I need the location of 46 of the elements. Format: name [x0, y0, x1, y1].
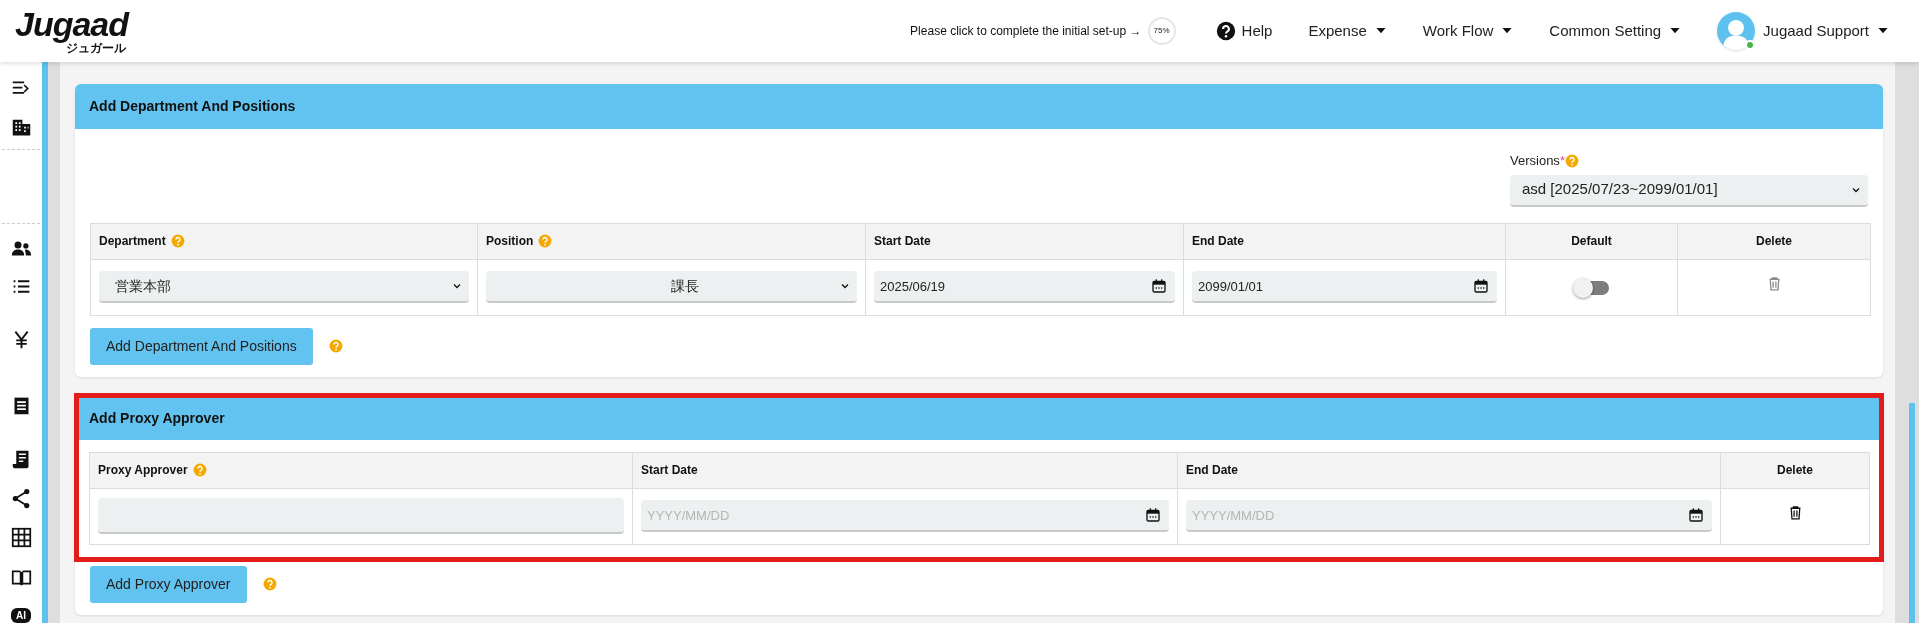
setup-progress-badge: 75%	[1147, 17, 1176, 45]
help-icon[interactable]	[1215, 21, 1236, 41]
date-field[interactable]: YYYY/MM/DD	[1186, 500, 1712, 532]
nav-menu[interactable]: Work Flow	[1422, 19, 1494, 43]
column-header: Position	[486, 233, 534, 250]
column-header: Start Date	[641, 462, 698, 479]
grid-icon[interactable]	[10, 527, 32, 548]
date-field[interactable]: YYYY/MM/DD	[641, 500, 1169, 532]
help-link[interactable]: Help	[1241, 19, 1273, 43]
building-icon[interactable]	[10, 117, 32, 138]
select-field[interactable]: asd [2025/07/23~2099/01/01]	[1510, 174, 1868, 207]
column-header: End Date	[1192, 233, 1244, 250]
calendar-icon[interactable]	[1145, 507, 1161, 523]
nav-menu[interactable]: Common Setting	[1549, 19, 1662, 43]
default-toggle[interactable]	[1574, 280, 1609, 295]
calendar-icon[interactable]	[1151, 278, 1167, 294]
versions-label: Versions	[1510, 152, 1560, 170]
user-menu[interactable]: Jugaad Support	[1763, 19, 1869, 43]
help-icon	[1564, 153, 1579, 168]
column-header: Start Date	[874, 233, 931, 250]
section-header: Add Department And Positions	[75, 84, 1883, 129]
add-button[interactable]: Add Department And Positions	[90, 327, 313, 365]
logo-subtitle: ジュガール	[66, 41, 127, 55]
column-header: Delete	[1756, 233, 1792, 250]
date-field[interactable]: 2025/06/19	[874, 271, 1175, 303]
setup-prompt-link[interactable]: Please click to complete the initial set-up →	[910, 22, 1142, 40]
date-field[interactable]: 2099/01/01	[1192, 271, 1497, 303]
column-header: Department	[99, 233, 166, 250]
column-header: End Date	[1186, 462, 1238, 479]
section-header: Add Proxy Approver	[79, 397, 1879, 440]
column-header: Default	[1571, 233, 1612, 250]
scrollbar-thumb[interactable]	[1909, 403, 1915, 623]
column-header: Delete	[1777, 462, 1813, 479]
add-button[interactable]: Add Proxy Approver	[90, 565, 247, 603]
column-header: Proxy Approver	[98, 462, 188, 479]
ai-button[interactable]: AI	[11, 608, 31, 623]
receipt-icon[interactable]	[10, 449, 32, 470]
share-icon[interactable]	[10, 488, 32, 509]
select-field[interactable]: 営業本部	[99, 271, 469, 303]
required-mark: *	[1559, 152, 1565, 170]
calendar-icon[interactable]	[1688, 507, 1704, 523]
proxy-approver-field[interactable]	[98, 498, 624, 534]
logo-text: Jugaad	[15, 7, 129, 41]
select-field[interactable]: 課長	[486, 271, 857, 303]
nav-menu[interactable]: Expense	[1308, 19, 1367, 43]
calendar-icon[interactable]	[1473, 278, 1489, 294]
